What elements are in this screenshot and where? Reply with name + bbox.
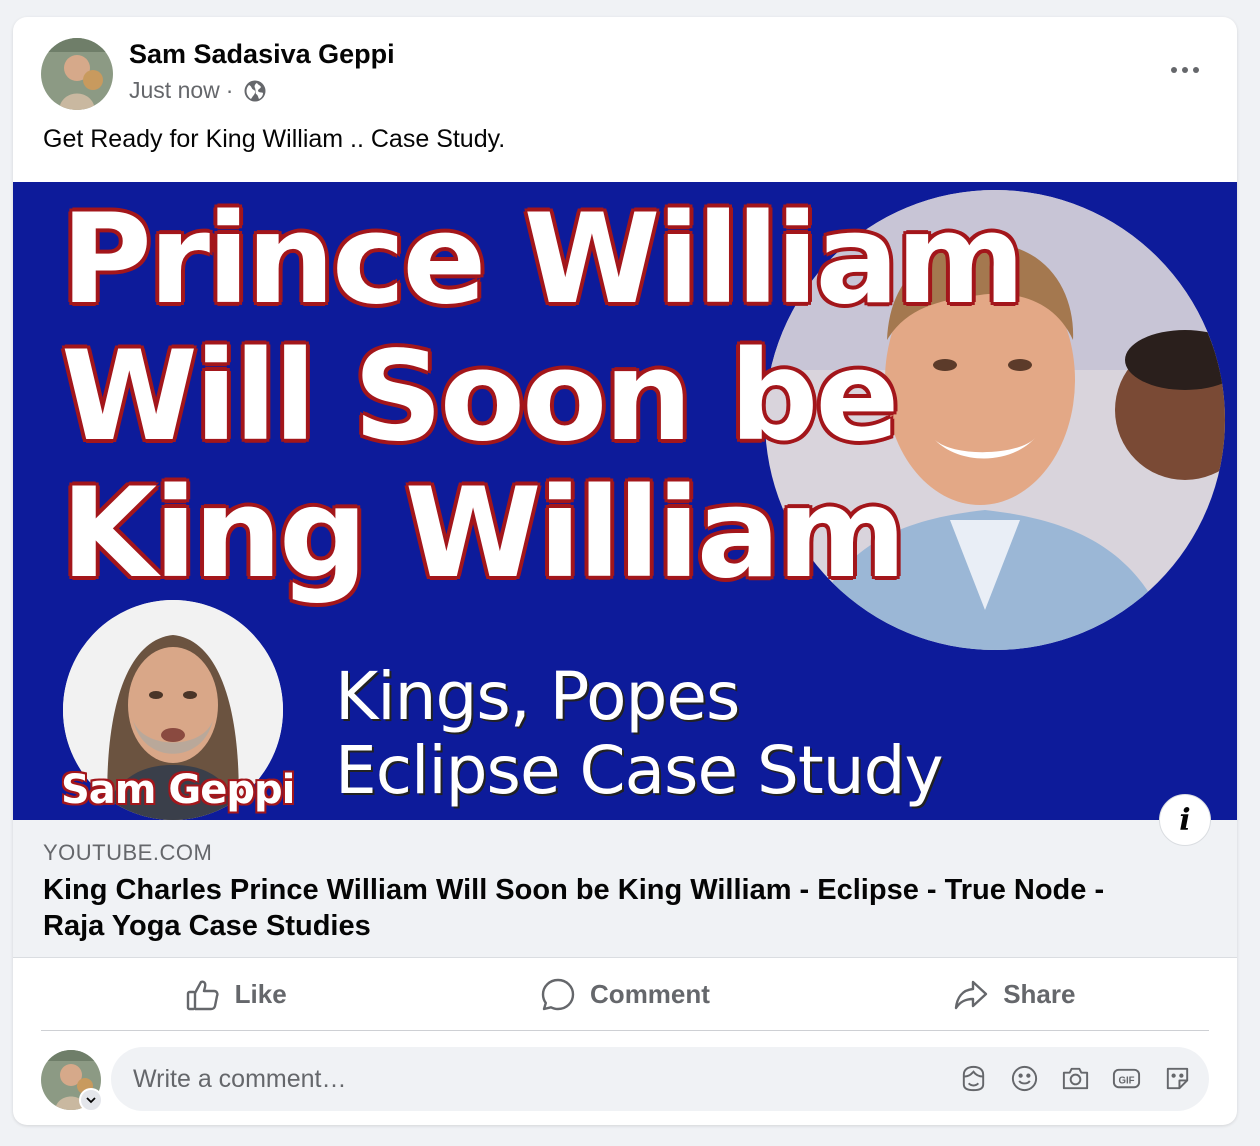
thumbs-up-icon [186,980,219,1010]
avatar-sticker-icon[interactable] [958,1063,989,1094]
thumbnail-headline: Prince William Will Soon be King William [61,188,1025,606]
subtitle-line: Kings, Popes [335,658,740,735]
post-text: Get Ready for King William .. Case Study… [43,125,506,153]
meta-separator: · [225,77,234,103]
post-actions-bar: Like Comment Share [41,959,1209,1031]
link-domain: YOUTUBE.COM [43,840,213,865]
speech-bubble-icon [541,978,575,1010]
comment-button[interactable]: Comment [430,959,819,1030]
comment-composer: GIF [13,1047,1237,1113]
gif-icon[interactable]: GIF [1111,1063,1142,1094]
thumbnail-subtitle: Kings, Popes Eclipse Case Study [335,658,944,809]
emoji-icon[interactable] [1009,1063,1040,1094]
more-dot [1182,67,1188,73]
presenter-label: Sam Geppi [61,767,295,813]
link-title[interactable]: King Charles Prince William Will Soon be… [43,872,1163,944]
author-avatar[interactable] [41,38,113,110]
link-preview-info[interactable]: i YOUTUBE.COM King Charles Prince Willia… [13,794,1237,958]
post-meta: Just now · [129,77,267,104]
subtitle-line: Eclipse Case Study [335,732,944,809]
share-label: Share [1003,979,1076,1009]
share-arrow-icon [954,980,988,1009]
like-button[interactable]: Like [41,959,430,1030]
more-options-button[interactable] [1163,55,1207,85]
share-button[interactable]: Share [820,959,1209,1030]
post-card: Sam Sadasiva Geppi Just now · Get Ready … [13,17,1237,1125]
composer-icons: GIF [958,1063,1193,1094]
info-icon[interactable]: i [1159,794,1211,846]
sticker-icon[interactable] [1162,1063,1193,1094]
headline-line: Will Soon be [61,325,899,469]
camera-icon[interactable] [1060,1063,1091,1094]
author-name[interactable]: Sam Sadasiva Geppi [129,39,395,70]
post-timestamp[interactable]: Just now [129,77,220,104]
headline-line: King William [61,462,906,606]
link-preview-image[interactable]: Prince William Will Soon be King William… [13,182,1237,820]
globe-icon[interactable] [243,79,267,103]
more-dot [1193,67,1199,73]
more-dot [1171,67,1177,73]
chevron-down-icon[interactable] [79,1088,103,1112]
post-header: Sam Sadasiva Geppi Just now · [13,17,1237,127]
headline-line: Prince William [61,188,1025,332]
svg-text:GIF: GIF [1118,1075,1134,1086]
comment-label: Comment [590,979,710,1009]
like-label: Like [234,979,287,1009]
